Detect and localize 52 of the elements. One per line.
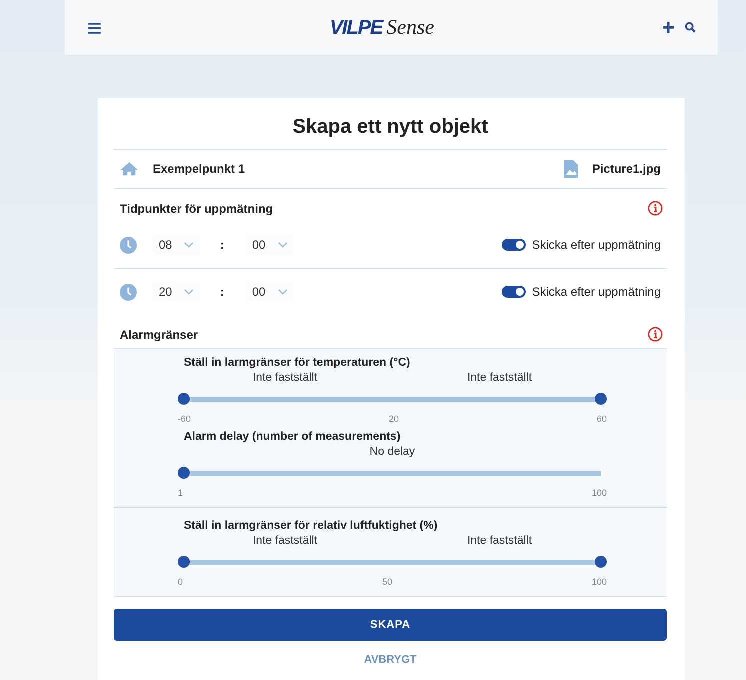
time-separator: :: [220, 285, 224, 299]
tick-label: 20: [388, 414, 399, 424]
location-name: Exempelpunkt 1: [153, 162, 246, 176]
tick-label: -60: [178, 414, 192, 424]
logo-product: Sense: [386, 15, 434, 40]
chevron-icon: [278, 242, 288, 248]
slider-value: Inte fastställt: [252, 535, 318, 547]
tick-label: 50: [382, 577, 392, 587]
section-heading: Alarmgränser: [120, 328, 198, 342]
info-icon[interactable]: [648, 201, 663, 216]
chevron-icon: [184, 289, 194, 295]
tick-label: 100: [592, 577, 607, 587]
search-icon[interactable]: [685, 22, 696, 33]
tick-label: 0: [178, 577, 184, 587]
chevron-icon: [278, 289, 288, 295]
minute-select[interactable]: 00: [246, 235, 294, 255]
slider-title: Ställ in larmgränser för temperaturen (°C): [184, 357, 412, 369]
slider-value: Inte fastställt: [467, 372, 532, 384]
minute-select[interactable]: 00: [246, 282, 294, 302]
tick-label: 60: [596, 414, 607, 424]
clock-icon: [120, 284, 137, 300]
logo-brand: VILPE: [330, 17, 383, 40]
tick-label: 100: [592, 488, 607, 498]
slider-value: Inte fastställt: [467, 535, 532, 547]
slider-thumb[interactable]: [178, 556, 190, 568]
image-file-icon: [564, 160, 578, 178]
file-name: Picture1.jpg: [592, 162, 661, 176]
slider-thumb[interactable]: [178, 393, 190, 405]
slider-value: Inte fastställt: [252, 372, 318, 384]
section-heading: Tidpunkter för uppmätning: [120, 202, 274, 216]
chevron-icon: [184, 242, 194, 248]
hour-select[interactable]: 08: [153, 235, 200, 255]
slider-value: No delay: [370, 446, 416, 458]
slider-track[interactable]: [178, 393, 607, 405]
hour-select[interactable]: 20: [153, 282, 200, 302]
slider-track[interactable]: [178, 556, 607, 568]
clock-icon: [120, 236, 137, 254]
slider-thumb[interactable]: [595, 556, 607, 568]
slider-title: Alarm delay (number of measurements): [184, 431, 402, 443]
form-title: Skapa ett nytt objekt: [292, 116, 490, 139]
slider-thumb[interactable]: [595, 393, 607, 405]
menu-button[interactable]: ≡: [87, 14, 102, 40]
tick-label: 1: [178, 488, 184, 498]
info-icon[interactable]: [648, 327, 663, 342]
slider-title: Ställ in larmgränser för relativ luftfuktighet (%): [184, 520, 439, 532]
submit-button[interactable]: SKAPA: [114, 609, 667, 641]
home-icon: [120, 161, 139, 177]
slider-thumb[interactable]: [178, 467, 190, 479]
add-button[interactable]: +: [662, 16, 675, 38]
time-separator: :: [220, 238, 224, 252]
send-toggle[interactable]: Skicka efter uppmätning: [502, 285, 661, 299]
send-toggle[interactable]: Skicka efter uppmätning: [502, 238, 661, 252]
